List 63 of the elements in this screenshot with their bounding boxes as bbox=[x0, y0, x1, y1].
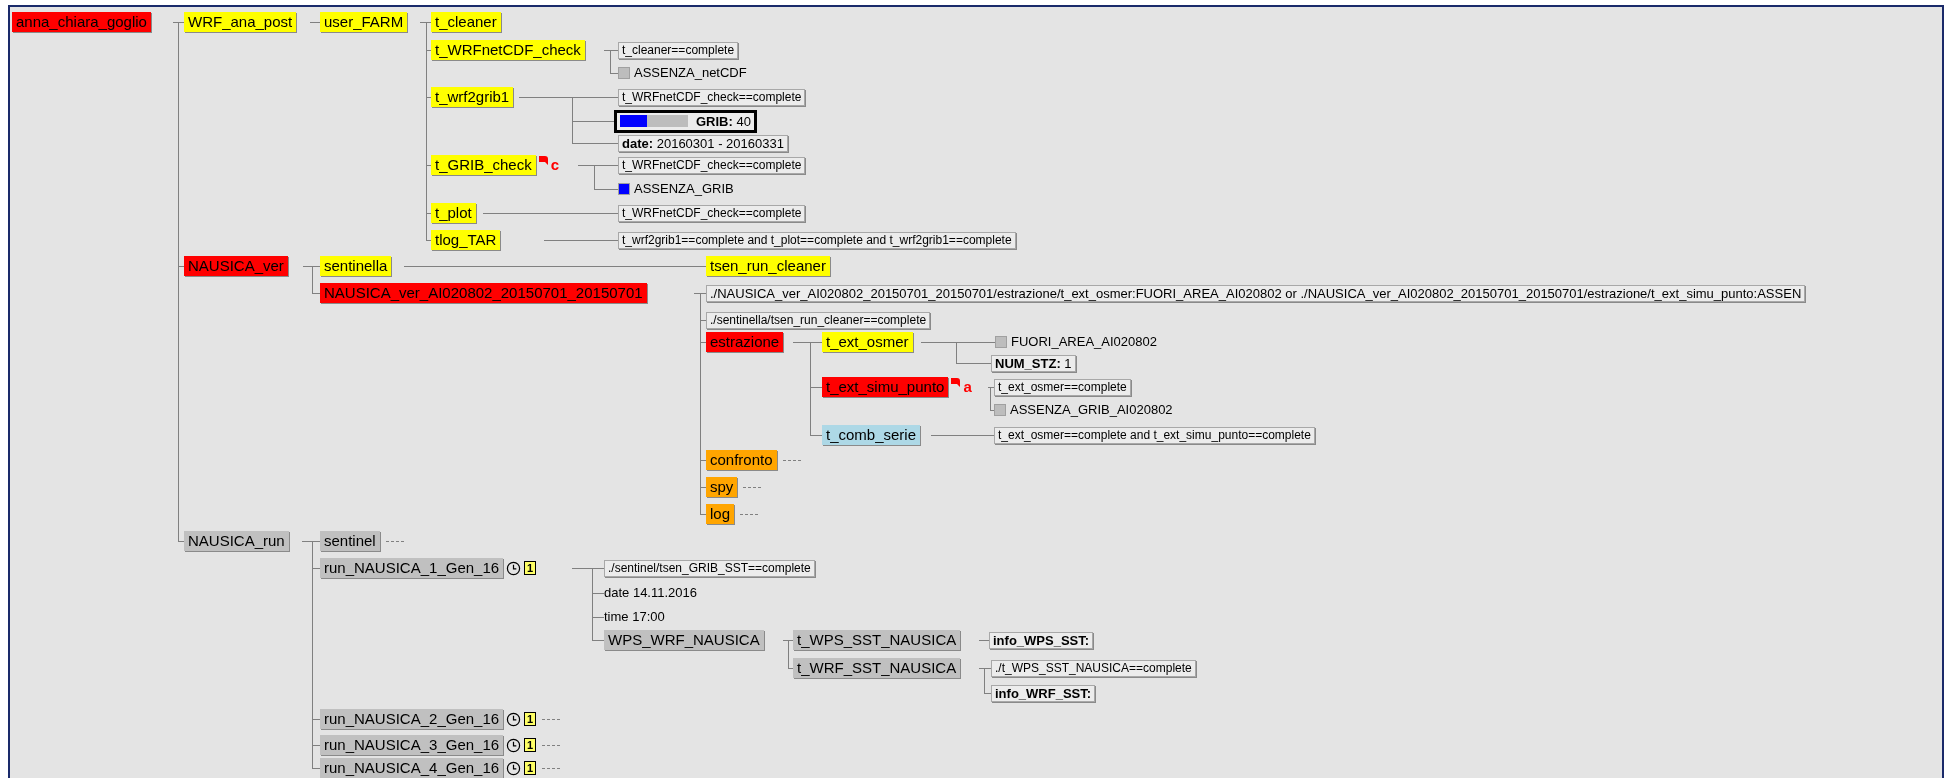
tree-node[interactable]: t_WRF_SST_NAUSICA bbox=[793, 658, 961, 678]
label-value: info_WPS_SST: bbox=[989, 631, 1094, 649]
tree-node[interactable]: spy bbox=[706, 477, 738, 497]
tree-node[interactable]: sentinella bbox=[320, 256, 392, 276]
flag-icon bbox=[951, 378, 961, 387]
tree-node[interactable]: t_ext_simu_punto bbox=[822, 377, 949, 397]
trigger-expression: t_WRFnetCDF_check==complete bbox=[618, 204, 806, 222]
tree-node[interactable]: sentinel bbox=[320, 531, 380, 551]
tree-node[interactable]: t_plot bbox=[431, 203, 476, 223]
tree-node[interactable]: t_WRFnetCDF_check bbox=[431, 40, 585, 60]
time-attribute: time 17:00 bbox=[604, 608, 665, 627]
repeat-date: date: 20160301 - 20160331 bbox=[618, 134, 788, 152]
tree-node[interactable]: run_NAUSICA_2_Gen_16 bbox=[320, 709, 504, 729]
tree-node[interactable]: NAUSICA_ver_AI020802_20150701_20150701 bbox=[320, 283, 647, 303]
trigger-expression: t_cleaner==complete bbox=[618, 41, 739, 59]
tree-node[interactable]: run_NAUSICA_3_Gen_16 bbox=[320, 735, 504, 755]
clock-icon bbox=[506, 760, 522, 776]
tree-node[interactable]: t_GRIB_check bbox=[431, 155, 536, 175]
tree-node[interactable]: NAUSICA_run bbox=[184, 531, 289, 551]
event-name: ASSENZA_GRIB_AI020802 bbox=[1010, 401, 1173, 420]
flag-letter: c bbox=[550, 155, 560, 175]
variable-value: NUM_STZ: 1 bbox=[991, 354, 1076, 372]
tree-node[interactable]: run_NAUSICA_4_Gen_16 bbox=[320, 758, 504, 778]
count-badge: 1 bbox=[524, 761, 537, 775]
event-name: ASSENZA_netCDF bbox=[634, 64, 747, 83]
tree-node[interactable]: log bbox=[706, 504, 735, 524]
trigger-expression: t_WRFnetCDF_check==complete bbox=[618, 156, 806, 174]
flag-icon bbox=[538, 156, 548, 165]
tree-node[interactable]: t_WPS_SST_NAUSICA bbox=[793, 630, 961, 650]
label-value: info_WRF_SST: bbox=[991, 684, 1096, 702]
trigger-expression: ./sentinel/tsen_GRIB_SST==complete bbox=[604, 559, 815, 577]
tree-node[interactable]: t_ext_osmer bbox=[822, 332, 913, 352]
flag-letter: a bbox=[963, 377, 972, 397]
trigger-expression: t_ext_osmer==complete bbox=[994, 378, 1131, 396]
meter-reading: GRIB: 40 bbox=[696, 113, 751, 129]
tree-node[interactable]: t_comb_serie bbox=[822, 425, 921, 445]
tree-node[interactable]: run_NAUSICA_1_Gen_16 bbox=[320, 558, 504, 578]
count-badge: 1 bbox=[524, 738, 537, 752]
clock-icon bbox=[506, 560, 522, 576]
tree-node[interactable]: t_cleaner bbox=[431, 12, 501, 32]
trigger-expression: ./sentinella/tsen_run_cleaner==complete bbox=[706, 311, 931, 329]
time-attribute: date 14.11.2016 bbox=[604, 584, 697, 603]
tree-node[interactable]: user_FARM bbox=[320, 12, 408, 32]
trigger-expression: ./t_WPS_SST_NAUSICA==complete bbox=[991, 659, 1196, 677]
trigger-expression: t_WRFnetCDF_check==complete bbox=[618, 88, 806, 106]
event-name: ASSENZA_GRIB bbox=[634, 180, 734, 199]
count-badge: 1 bbox=[524, 561, 537, 575]
clock-icon bbox=[506, 737, 522, 753]
count-badge: 1 bbox=[524, 712, 537, 726]
tree-node[interactable]: confronto bbox=[706, 450, 777, 470]
tree-node[interactable]: tlog_TAR bbox=[431, 230, 501, 250]
clock-icon bbox=[506, 711, 522, 727]
tree-node[interactable]: NAUSICA_ver bbox=[184, 256, 288, 276]
trigger-expression: t_ext_osmer==complete and t_ext_simu_punto==complete bbox=[994, 426, 1315, 444]
event-name: FUORI_AREA_AI020802 bbox=[1011, 333, 1157, 352]
tree-node[interactable]: estrazione bbox=[706, 332, 784, 352]
trigger-expression: t_wrf2grib1==complete and t_plot==complete and t_wrf2grib1==complete bbox=[618, 231, 1016, 249]
trigger-expression: ./NAUSICA_ver_AI020802_20150701_20150701/estrazione/t_ext_osmer:FUORI_AREA_AI020802 or ./NAUSICA_ver_AI020802_20150701_20150701/estrazione/t_ext_simu_punto:ASSEN bbox=[706, 284, 1806, 302]
tree-node[interactable]: t_wrf2grib1 bbox=[431, 87, 514, 107]
tree-node[interactable]: tsen_run_cleaner bbox=[706, 256, 830, 276]
tree-node[interactable]: WPS_WRF_NAUSICA bbox=[604, 630, 764, 650]
tree-node[interactable]: anna_chiara_goglio bbox=[12, 12, 151, 32]
tree-node[interactable]: WRF_ana_post bbox=[184, 12, 297, 32]
